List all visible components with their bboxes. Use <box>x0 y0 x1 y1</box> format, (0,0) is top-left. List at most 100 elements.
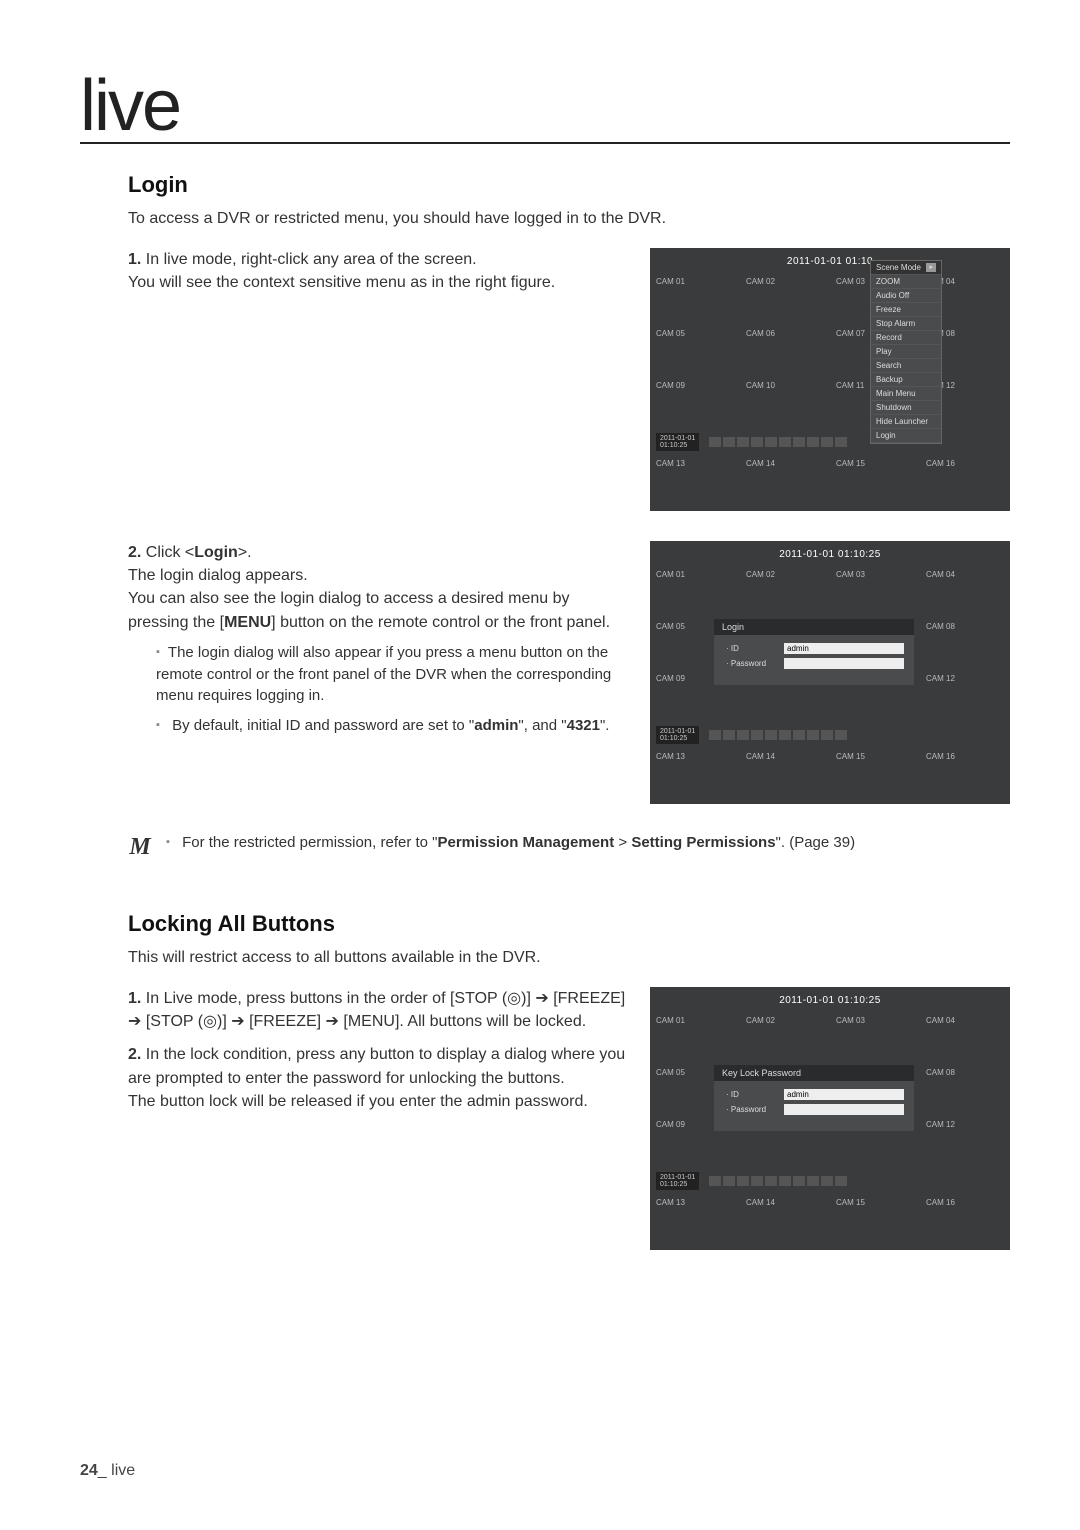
layout-icon[interactable] <box>723 437 735 447</box>
launcher-bar: 2011-01-0101:10:25 <box>650 1168 1010 1194</box>
context-menu-item[interactable]: Main Menu <box>871 387 941 401</box>
context-menu-item[interactable]: Stop Alarm <box>871 317 941 331</box>
layout-icon[interactable] <box>737 1176 749 1186</box>
password-input[interactable] <box>784 658 904 669</box>
id-input[interactable]: admin <box>784 1089 904 1100</box>
layout-icon[interactable] <box>709 730 721 740</box>
cam-cell: CAM 01 <box>650 566 740 618</box>
note-icon: M <box>128 834 152 861</box>
layout-icon[interactable] <box>765 730 777 740</box>
context-menu-item[interactable]: Login <box>871 429 941 443</box>
heading-locking: Locking All Buttons <box>128 911 1010 937</box>
layout-icon[interactable] <box>793 1176 805 1186</box>
cam-cell: CAM 08 <box>920 618 1010 670</box>
step-number: 2. <box>128 1046 141 1063</box>
cam-cell: CAM 08 <box>920 1064 1010 1116</box>
dvr-screenshot-login-dialog: 2011-01-01 01:10:25 CAM 01 CAM 02 CAM 03… <box>650 541 1010 804</box>
layout-icon[interactable] <box>779 730 791 740</box>
launcher-icons <box>709 437 847 447</box>
layout-icon[interactable] <box>779 1176 791 1186</box>
cam-cell: CAM 01 <box>650 273 740 325</box>
keylock-dialog: Key Lock Password · ID admin · Password <box>714 1065 914 1131</box>
launcher-icons <box>709 1176 847 1186</box>
dvr-grid: CAM 01 CAM 02 CAM 03 CAM 04 CAM 05 CAM 0… <box>650 273 1010 507</box>
layout-icon[interactable] <box>751 1176 763 1186</box>
id-input[interactable]: admin <box>784 643 904 654</box>
launcher-timestamp: 2011-01-0101:10:25 <box>656 726 699 744</box>
cam-cell: CAM 13 <box>650 455 740 507</box>
context-menu-item[interactable]: Backup <box>871 373 941 387</box>
layout-icon[interactable] <box>751 730 763 740</box>
cam-cell: CAM 04 <box>920 566 1010 618</box>
layout-icon[interactable] <box>807 437 819 447</box>
layout-icon[interactable] <box>821 437 833 447</box>
layout-icon[interactable] <box>765 437 777 447</box>
context-menu[interactable]: Scene Mode▸ ZOOM Audio Off Freeze Stop A… <box>870 260 942 444</box>
layout-icon[interactable] <box>807 1176 819 1186</box>
layout-icon[interactable] <box>821 730 833 740</box>
step-number: 1. <box>128 990 141 1007</box>
login-step-2-text: 2. Click <Login>. The login dialog appea… <box>128 541 630 804</box>
layout-icon[interactable] <box>723 730 735 740</box>
launcher-icons <box>709 730 847 740</box>
context-menu-item[interactable]: Search <box>871 359 941 373</box>
context-menu-item[interactable]: Freeze <box>871 303 941 317</box>
layout-icon[interactable] <box>793 730 805 740</box>
note-box: M For the restricted permission, refer t… <box>128 834 1010 861</box>
layout-icon[interactable] <box>835 437 847 447</box>
cam-cell: CAM 13 <box>650 748 740 800</box>
cam-cell: CAM 03 <box>830 566 920 618</box>
context-menu-item[interactable]: Hide Launcher <box>871 415 941 429</box>
password-label: · Password <box>726 1105 784 1114</box>
context-menu-item[interactable]: Audio Off <box>871 289 941 303</box>
password-input[interactable] <box>784 1104 904 1115</box>
layout-icon[interactable] <box>793 437 805 447</box>
launcher-bar: 2011-01-0101:10:25 <box>650 429 1010 455</box>
context-menu-header[interactable]: Scene Mode▸ <box>871 261 941 275</box>
launcher-timestamp: 2011-01-0101:10:25 <box>656 1172 699 1190</box>
login-step-1-row: 1. In live mode, right-click any area of… <box>128 248 1010 511</box>
cam-cell: CAM 13 <box>650 1194 740 1246</box>
layout-icon[interactable] <box>835 730 847 740</box>
layout-icon[interactable] <box>751 437 763 447</box>
dvr-clock: 2011-01-01 01:10 <box>650 256 1010 267</box>
layout-icon[interactable] <box>779 437 791 447</box>
page-title: live <box>80 70 1010 144</box>
layout-icon[interactable] <box>821 1176 833 1186</box>
cam-cell: CAM 14 <box>740 748 830 800</box>
step-number: 2. <box>128 544 141 561</box>
context-menu-item[interactable]: Record <box>871 331 941 345</box>
layout-icon[interactable] <box>737 730 749 740</box>
dvr-screenshot-keylock-dialog: 2011-01-01 01:10:25 CAM 01 CAM 02 CAM 03… <box>650 987 1010 1250</box>
layout-icon[interactable] <box>835 1176 847 1186</box>
layout-icon[interactable] <box>807 730 819 740</box>
login-step-1-text: 1. In live mode, right-click any area of… <box>128 248 630 511</box>
cam-cell: CAM 06 <box>740 325 830 377</box>
cam-cell: CAM 16 <box>920 455 1010 507</box>
sub-bullet: The login dialog will also appear if you… <box>156 642 630 707</box>
dvr-clock: 2011-01-01 01:10:25 <box>650 549 1010 560</box>
layout-icon[interactable] <box>709 437 721 447</box>
cam-cell: CAM 16 <box>920 1194 1010 1246</box>
intro-login: To access a DVR or restricted menu, you … <box>128 210 1010 228</box>
context-menu-item[interactable]: Play <box>871 345 941 359</box>
cam-cell: CAM 15 <box>830 455 920 507</box>
intro-locking: This will restrict access to all buttons… <box>128 949 1010 967</box>
layout-icon[interactable] <box>709 1176 721 1186</box>
text: In live mode, right-click any area of th… <box>146 251 477 268</box>
context-menu-item[interactable]: ZOOM <box>871 275 941 289</box>
layout-icon[interactable] <box>737 437 749 447</box>
cam-cell: CAM 16 <box>920 748 1010 800</box>
heading-login: Login <box>128 172 1010 198</box>
lock-steps-row: 1. In Live mode, press buttons in the or… <box>128 987 1010 1250</box>
layout-icon[interactable] <box>723 1176 735 1186</box>
id-label: · ID <box>726 644 784 653</box>
login-dialog: Login · ID admin · Password <box>714 619 914 685</box>
step-number: 1. <box>128 251 141 268</box>
context-menu-item[interactable]: Shutdown <box>871 401 941 415</box>
launcher-bar: 2011-01-0101:10:25 <box>650 722 1010 748</box>
layout-icon[interactable] <box>765 1176 777 1186</box>
cam-cell: CAM 12 <box>920 1116 1010 1168</box>
section-locking: Locking All Buttons This will restrict a… <box>80 911 1010 1250</box>
cam-cell: CAM 12 <box>920 670 1010 722</box>
